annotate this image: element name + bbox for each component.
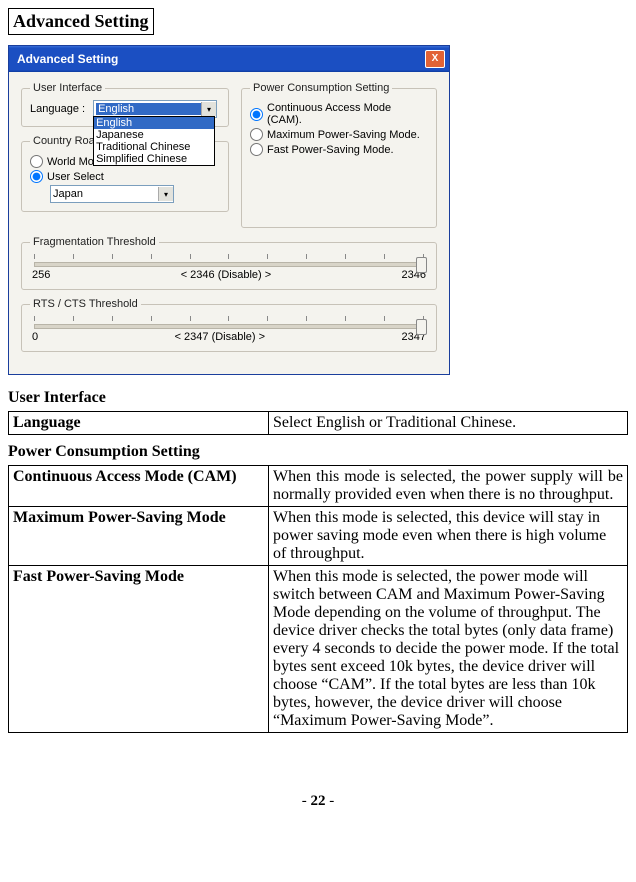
dialog-title: Advanced Setting [17, 52, 118, 66]
cell-fastps-desc: When this mode is selected, the power mo… [268, 566, 627, 733]
cam-label: Continuous Access Mode (CAM). [267, 102, 428, 126]
frag-ticks [34, 254, 424, 260]
user-interface-legend: User Interface [30, 82, 105, 94]
world-mode-radio[interactable] [30, 155, 43, 168]
language-option-traditional-chinese[interactable]: Traditional Chinese [94, 141, 214, 153]
cell-maxps-label: Maximum Power-Saving Mode [9, 507, 269, 566]
rts-slider-thumb[interactable] [416, 319, 427, 335]
rts-cts-threshold-group: RTS / CTS Threshold 0 < 2347 (Disable) >… [21, 298, 437, 352]
country-combobox[interactable]: Japan ▾ [50, 185, 174, 203]
titlebar: Advanced Setting X [9, 46, 449, 72]
fast-power-saving-option[interactable]: Fast Power-Saving Mode. [250, 143, 428, 156]
language-option-english[interactable]: English [94, 117, 214, 129]
table-row: Fast Power-Saving Mode When this mode is… [9, 566, 628, 733]
chevron-down-icon: ▾ [201, 102, 216, 116]
language-dropdown-list: English Japanese Traditional Chinese Sim… [93, 116, 215, 166]
rts-center-label: < 2347 (Disable) > [175, 331, 266, 343]
cam-option[interactable]: Continuous Access Mode (CAM). [250, 102, 428, 126]
language-combobox[interactable]: English ▾ English Japanese Traditional C… [93, 100, 217, 118]
advanced-setting-dialog: Advanced Setting X User Interface Langua… [8, 45, 450, 375]
fragmentation-threshold-group: Fragmentation Threshold 256 < 2346 (Disa… [21, 236, 437, 290]
language-selected: English [96, 103, 201, 115]
frag-min-label: 256 [32, 269, 50, 281]
rts-min-label: 0 [32, 331, 38, 343]
user-interface-section-header: User Interface [8, 389, 628, 407]
language-option-simplified-chinese[interactable]: Simplified Chinese [94, 153, 214, 165]
power-consumption-legend: Power Consumption Setting [250, 82, 392, 94]
frag-center-label: < 2346 (Disable) > [181, 269, 272, 281]
user-select-radio[interactable] [30, 170, 43, 183]
page-title: Advanced Setting [13, 11, 149, 31]
table-row: Maximum Power-Saving Mode When this mode… [9, 507, 628, 566]
language-label: Language : [30, 103, 85, 115]
table-row: Continuous Access Mode (CAM) When this m… [9, 466, 628, 507]
power-consumption-section-header: Power Consumption Setting [8, 443, 628, 461]
user-interface-group: User Interface Language : English ▾ Engl… [21, 82, 229, 127]
dialog-body: User Interface Language : English ▾ Engl… [9, 72, 449, 374]
country-selected: Japan [53, 188, 158, 200]
rts-ticks [34, 316, 424, 322]
page-title-box: Advanced Setting [8, 8, 154, 35]
cell-cam-desc: When this mode is selected, the power su… [268, 466, 627, 507]
cell-language-desc: Select English or Traditional Chinese. [268, 412, 627, 435]
close-button[interactable]: X [425, 50, 445, 68]
cell-fastps-label: Fast Power-Saving Mode [9, 566, 269, 733]
fragmentation-legend: Fragmentation Threshold [30, 236, 159, 248]
fast-power-saving-radio[interactable] [250, 143, 263, 156]
power-consumption-table: Continuous Access Mode (CAM) When this m… [8, 465, 628, 733]
close-icon: X [432, 54, 439, 64]
user-interface-table: Language Select English or Traditional C… [8, 411, 628, 435]
user-select-option[interactable]: User Select [30, 170, 220, 183]
chevron-down-icon: ▾ [158, 187, 173, 201]
cell-language-label: Language [9, 412, 269, 435]
frag-slider[interactable] [34, 262, 424, 267]
table-row: Language Select English or Traditional C… [9, 412, 628, 435]
language-option-japanese[interactable]: Japanese [94, 129, 214, 141]
cell-maxps-desc: When this mode is selected, this device … [268, 507, 627, 566]
rts-legend: RTS / CTS Threshold [30, 298, 141, 310]
page-number: - 22 - [8, 793, 628, 810]
cell-cam-label: Continuous Access Mode (CAM) [9, 466, 269, 507]
page-number-value: 22 [311, 793, 326, 809]
frag-slider-thumb[interactable] [416, 257, 427, 273]
max-power-saving-label: Maximum Power-Saving Mode. [267, 129, 420, 141]
max-power-saving-option[interactable]: Maximum Power-Saving Mode. [250, 128, 428, 141]
fast-power-saving-label: Fast Power-Saving Mode. [267, 144, 394, 156]
cam-radio[interactable] [250, 108, 263, 121]
max-power-saving-radio[interactable] [250, 128, 263, 141]
rts-slider[interactable] [34, 324, 424, 329]
user-select-label: User Select [47, 171, 104, 183]
power-consumption-group: Power Consumption Setting Continuous Acc… [241, 82, 437, 228]
